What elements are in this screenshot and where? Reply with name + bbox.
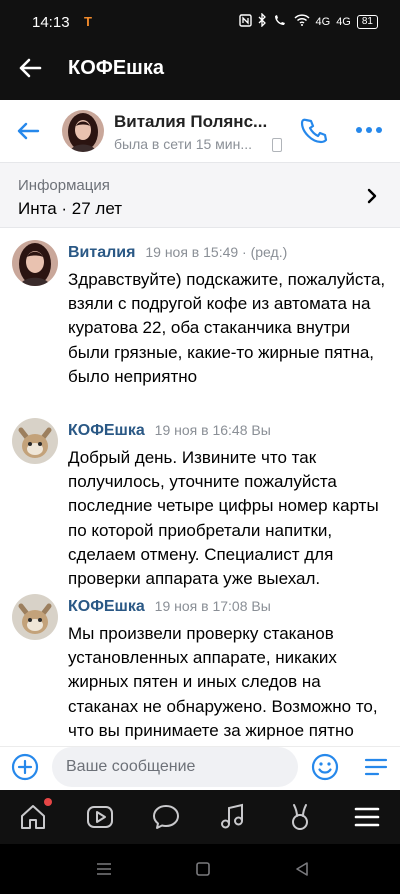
message-header: КОФЕшка 19 ноя в 16:48 Вы: [68, 422, 271, 440]
square-icon: [196, 862, 210, 876]
app-back-button[interactable]: [14, 52, 46, 84]
message-composer: [0, 746, 400, 790]
menu-icon: [354, 807, 380, 827]
smile-icon: [311, 753, 339, 781]
author-avatar[interactable]: [12, 594, 58, 640]
arrow-left-icon: [19, 58, 42, 78]
music-icon: [221, 803, 243, 829]
chat-back-button[interactable]: [14, 117, 42, 145]
message-item[interactable]: КОФЕшка 19 ноя в 16:48 Вы Добрый день. И…: [0, 406, 400, 588]
phone-icon: [300, 118, 328, 144]
nav-menu[interactable]: [352, 802, 382, 832]
message-item[interactable]: Виталия 19 ноя в 15:49 · (ред.) Здравств…: [0, 228, 400, 400]
author-avatar[interactable]: [12, 240, 58, 286]
bluetooth-icon: [258, 12, 267, 30]
add-circle-icon: [11, 753, 39, 781]
messages-icon: [153, 805, 179, 829]
author-avatar[interactable]: [12, 418, 58, 464]
contact-avatar[interactable]: [62, 110, 104, 152]
wifi-call-icon: [273, 14, 288, 30]
signal-2-icon: 4G: [336, 15, 351, 28]
video-icon: [87, 806, 113, 828]
info-block[interactable]: Информация Инта · 27 лет: [0, 162, 400, 228]
battery-icon: 81: [356, 14, 378, 29]
chat-header: Виталия Полянс... была в сети 15 мин...: [0, 100, 400, 162]
message-author[interactable]: Виталия: [68, 244, 135, 261]
status-icons: 4G 4G 81: [238, 12, 378, 30]
message-time: 19 ноя в 15:49 · (ред.): [145, 244, 288, 260]
message-item[interactable]: КОФЕшка 19 ноя в 17:08 Вы Мы произвели п…: [0, 582, 400, 746]
message-list[interactable]: Виталия 19 ноя в 15:49 · (ред.) Здравств…: [0, 228, 400, 746]
emoji-button[interactable]: [310, 752, 340, 782]
wifi-icon: [293, 14, 310, 29]
message-author[interactable]: КОФЕшка: [68, 422, 145, 439]
info-value: Инта · 27 лет: [18, 199, 122, 218]
message-time: 19 ноя в 17:08 Вы: [154, 598, 271, 614]
contact-status: была в сети 15 мин...: [114, 136, 253, 152]
more-button[interactable]: [354, 116, 384, 144]
message-text: Добрый день. Извините что так получилось…: [68, 448, 379, 589]
message-header: КОФЕшка 19 ноя в 17:08 Вы: [68, 598, 271, 616]
arrow-left-icon: [17, 122, 40, 140]
notification-dot: [44, 798, 52, 806]
contact-name[interactable]: Виталия Полянс...: [114, 112, 286, 132]
message-text: Мы произвели проверку стаканов установле…: [68, 624, 378, 746]
app-bar: КОФЕшка: [0, 36, 400, 100]
nav-messages[interactable]: [151, 802, 181, 832]
mobile-device-icon: [272, 138, 282, 152]
lines-icon: [364, 758, 388, 776]
recents-button[interactable]: [94, 860, 114, 878]
recents-icon: [97, 863, 111, 875]
message-header: Виталия 19 ноя в 15:49 · (ред.): [68, 244, 287, 262]
system-navigation: [0, 844, 400, 894]
nav-home[interactable]: [18, 802, 48, 832]
triangle-back-icon: [296, 862, 308, 876]
more-dots-icon: [356, 127, 382, 133]
carrier-badge: T: [84, 14, 92, 29]
back-system-button[interactable]: [292, 860, 312, 878]
signal-1-icon: 4G: [315, 15, 331, 28]
call-button[interactable]: [300, 116, 328, 144]
nav-video[interactable]: [85, 802, 115, 832]
nav-services[interactable]: [285, 802, 315, 832]
nav-music[interactable]: [218, 802, 248, 832]
message-input[interactable]: [52, 747, 298, 787]
home-system-button[interactable]: [193, 860, 213, 878]
attach-button[interactable]: [10, 752, 40, 782]
status-bar: 14:13 T 4G 4G 81: [0, 0, 400, 36]
bottom-navigation: [0, 790, 400, 844]
keyboard-menu-button[interactable]: [362, 752, 390, 782]
message-author[interactable]: КОФЕшка: [68, 598, 145, 615]
app-title: КОФЕшка: [68, 57, 164, 79]
status-time: 14:13: [32, 14, 70, 31]
nfc-icon: [238, 13, 252, 30]
info-label: Информация: [18, 177, 110, 194]
message-text: Здравствуйте) подскажите, пожалуйста, вз…: [68, 270, 386, 386]
home-icon: [21, 805, 45, 829]
message-time: 19 ноя в 16:48 Вы: [154, 422, 271, 438]
chevron-right-icon: [364, 187, 380, 205]
services-icon: [292, 804, 308, 830]
